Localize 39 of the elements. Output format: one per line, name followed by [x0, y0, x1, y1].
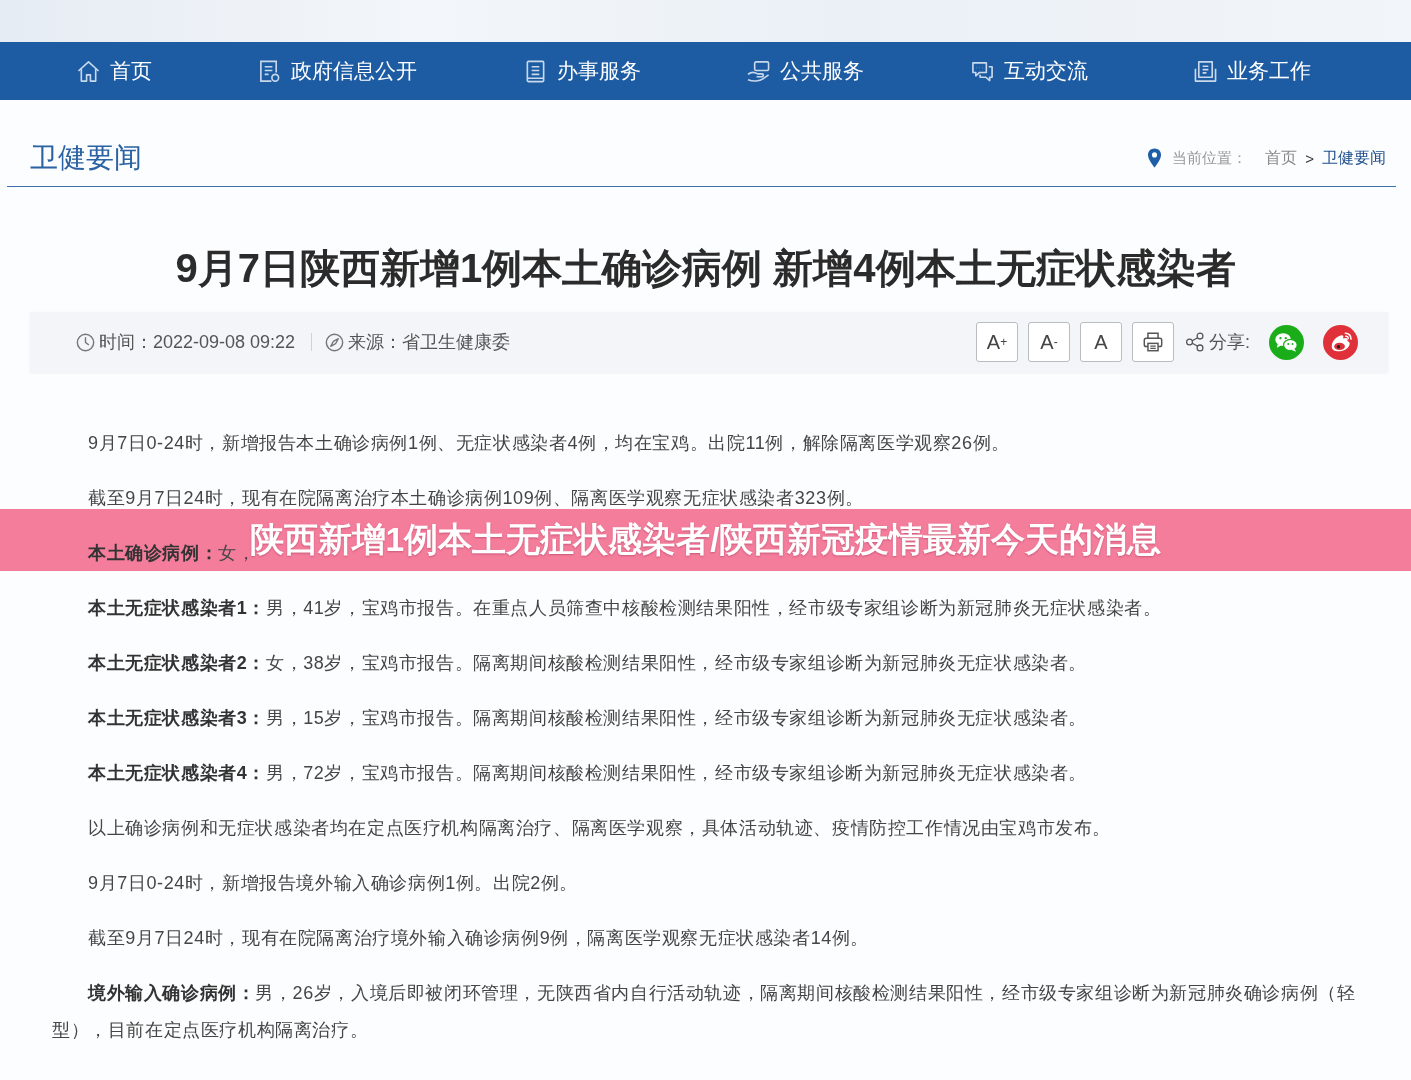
article-paragraph: 本土无症状感染者4：男，72岁，宝鸡市报告。隔离期间核酸检测结果阳性，经市级专家组诊断为新冠肺炎无症状感染者。	[87, 762, 1088, 785]
chat-bubbles-icon	[970, 59, 994, 83]
font-size-button[interactable]: A	[1080, 322, 1122, 362]
eye-share-icon[interactable]	[1323, 324, 1358, 360]
location-pin-icon	[1147, 148, 1163, 168]
article-paragraph: 9月7日0-24时，新增报告本土确诊病例1例、无症状感染者4例，均在宝鸡。出院11例，解除隔离医学观察26例。	[87, 432, 1010, 455]
nav-link[interactable]: 政府信息公开	[258, 57, 418, 85]
breadcrumb-link[interactable]: 卫健要闻	[1322, 147, 1386, 169]
breadcrumb-label: 当前位置：	[1172, 148, 1248, 168]
hand-card-icon	[747, 59, 771, 83]
article-title: 9月7日陕西新增1例本土确诊病例 新增4例本土无症状感染者	[174, 245, 1237, 292]
nav-link[interactable]: 业务工作	[1193, 57, 1311, 85]
share-label: 分享:	[1209, 331, 1250, 354]
publish-time: 时间：2022-09-08 09:22	[99, 331, 296, 354]
breadcrumb-link[interactable]: 首页	[1265, 147, 1298, 169]
nav-link[interactable]: 公共服务	[747, 57, 865, 85]
nav-link[interactable]: 互动交流	[970, 57, 1088, 85]
printer-icon	[1142, 331, 1164, 353]
article-paragraph: 截至9月7日24时，现有在院隔离治疗境外输入确诊病例9例，隔离医学观察无症状感染者14例。	[87, 927, 870, 950]
article-paragraph: 境外输入确诊病例：男，26岁，入境后即被闭环管理，无陕西省内自行活动轨迹，隔离期间核酸检测结果阳性，经市级专家组诊断为新冠肺炎确诊病例（轻型），目前在定点医疗机构隔离治疗。	[52, 982, 1357, 1042]
compass-icon	[325, 332, 345, 352]
article-paragraph: 本土无症状感染者1：男，41岁，宝鸡市报告。在重点人员筛查中核酸检测结果阳性，经市级专家组诊断为新冠肺炎无症状感染者。	[87, 597, 1162, 620]
book-icon	[1193, 59, 1217, 83]
nav-link[interactable]: 首页	[77, 57, 152, 85]
chat-share-icon[interactable]	[1269, 324, 1304, 360]
breadcrumb-separator: >	[1305, 149, 1314, 167]
home-icon	[77, 59, 100, 83]
document-list-icon	[258, 59, 282, 83]
article-paragraph: 以上确诊病例和无症状感染者均在定点医疗机构隔离治疗、隔离医学观察，具体活动轨迹、疫情防控工作情况由宝鸡市发布。	[87, 817, 1111, 840]
source-text: 来源：省卫生健康委	[348, 331, 511, 354]
nav-link[interactable]: 办事服务	[523, 57, 641, 85]
article-paragraph: 本土无症状感染者3：男，15岁，宝鸡市报告。隔离期间核酸检测结果阳性，经市级专家组诊断为新冠肺炎无症状感染者。	[87, 707, 1088, 730]
article-paragraph: 9月7日0-24时，新增报告境外输入确诊病例1例。出院2例。	[87, 872, 579, 895]
section-title: 卫健要闻	[30, 141, 142, 175]
share-icon	[1185, 332, 1205, 352]
clock-icon	[76, 332, 95, 352]
article-paragraph: 截至9月7日24时，现有在院隔离治疗本土确诊病例109例、隔离医学观察无症状感染者323例。	[87, 487, 864, 510]
print-button[interactable]	[1132, 322, 1174, 362]
article-paragraph: 本土无症状感染者2：女，38岁，宝鸡市报告。隔离期间核酸检测结果阳性，经市级专家组诊断为新冠肺炎无症状感染者。	[87, 652, 1088, 675]
